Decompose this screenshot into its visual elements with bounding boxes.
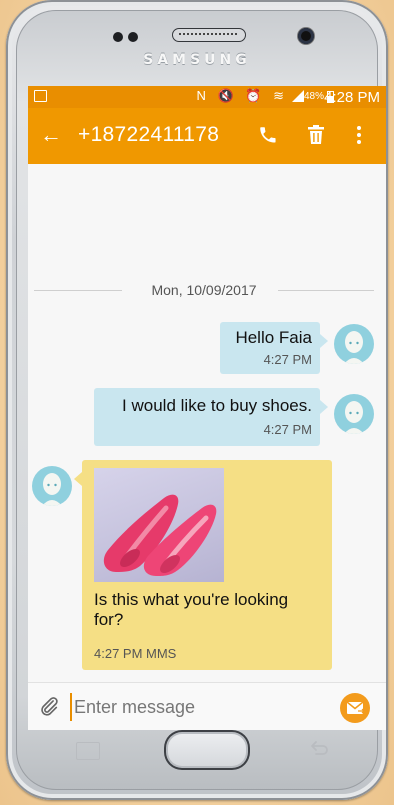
avatar[interactable] (334, 324, 374, 364)
send-message-button[interactable] (340, 693, 370, 723)
phone-screen: N 🔇 ⏰ ≋ 48% 4:28 PM ← +18722411178 Mon, … (28, 86, 386, 730)
recent-apps-icon[interactable] (76, 742, 100, 760)
shoe-icon (103, 494, 217, 576)
front-camera (298, 28, 314, 44)
sensor-dot (128, 32, 138, 42)
date-separator-text-wrap: Mon, 10/09/2017 (34, 282, 374, 298)
message-text: Is this what you're looking (94, 590, 289, 609)
hardware-navigation (28, 730, 386, 770)
message-text: Hello Faia (235, 328, 312, 347)
phone-icon[interactable] (256, 123, 280, 147)
earpiece-speaker (172, 28, 246, 42)
message-list[interactable]: Mon, 10/09/2017 Hello Faia 4:27 PM I wou… (28, 164, 386, 682)
status-icons: N 🔇 ⏰ ≋ (196, 88, 288, 103)
status-time: 4:28 PM (324, 89, 380, 106)
message-time: 4:27 PM (263, 422, 312, 437)
message-bubble-outgoing[interactable]: I would like to buy shoes. 4:27 PM (94, 388, 328, 446)
message-input[interactable] (70, 693, 316, 721)
more-vert-icon[interactable] (352, 123, 366, 147)
avatar[interactable] (334, 394, 374, 434)
message-text: I would like to buy shoes. (122, 396, 312, 415)
sensor-dots (113, 29, 143, 47)
person-icon (42, 473, 62, 506)
avatar[interactable] (32, 466, 72, 506)
home-button[interactable] (164, 730, 250, 770)
message-time: 4:27 PM MMS (94, 646, 177, 661)
person-icon (344, 331, 364, 364)
send-message-icon (346, 701, 366, 714)
gallery-notification-icon (34, 90, 47, 102)
contact-number-title: +18722411178 (78, 123, 220, 146)
date-separator-text: Mon, 10/09/2017 (141, 282, 267, 298)
trash-icon[interactable] (304, 123, 328, 147)
person-icon (344, 401, 364, 434)
paperclip-icon[interactable] (38, 695, 60, 717)
app-bar: ← +18722411178 (28, 108, 386, 164)
back-arrow-icon[interactable]: ← (40, 122, 62, 148)
device-brand-logo: SAMSUNG (143, 52, 251, 68)
message-bubble-incoming[interactable]: Is this what you're looking for? 4:27 PM… (74, 460, 332, 670)
date-separator: Mon, 10/09/2017 (34, 282, 374, 298)
compose-bar (28, 682, 386, 730)
sensor-dot (113, 32, 123, 42)
message-bubble-outgoing[interactable]: Hello Faia 4:27 PM (220, 322, 328, 374)
mms-image-pink-shoes[interactable] (94, 468, 224, 582)
message-text: for? (94, 610, 124, 629)
message-time: 4:27 PM (263, 352, 312, 367)
back-key-icon[interactable] (308, 740, 330, 758)
signal-icon (292, 90, 304, 102)
status-bar: N 🔇 ⏰ ≋ 48% 4:28 PM (28, 86, 386, 108)
battery-percent: 48% (303, 91, 324, 102)
